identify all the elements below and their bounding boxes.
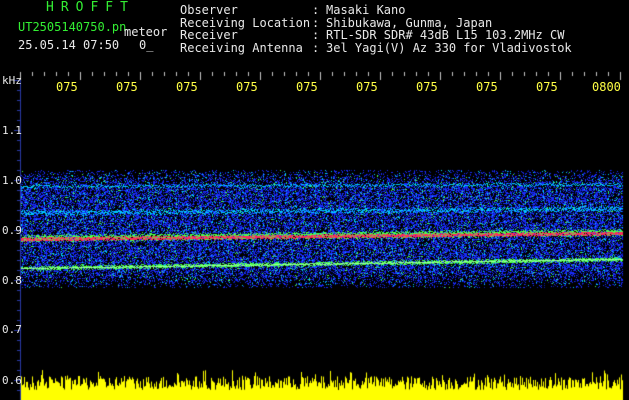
y-tick-label: 0.7: [2, 323, 22, 336]
x-tick-label: 075: [536, 80, 558, 94]
info-row-receiver: Receiver : RTL-SDR SDR# 43dB L15 103.2MH…: [180, 29, 572, 42]
info-key: Receiver: [180, 28, 238, 42]
x-tick-label: 075: [116, 80, 138, 94]
x-tick-label: 075: [416, 80, 438, 94]
y-tick-label: 0.8: [2, 274, 22, 287]
x-tick-label: 0800: [592, 80, 621, 94]
info-sep: :: [312, 3, 320, 17]
x-tick-label: 075: [236, 80, 258, 94]
y-tick-label: 0.9: [2, 224, 22, 237]
y-axis-unit: kHz: [2, 74, 22, 87]
x-tick-label: 075: [56, 80, 78, 94]
y-tick-label: 1.0: [2, 174, 22, 187]
x-tick-label: 075: [296, 80, 318, 94]
info-row-observer: Observer : Masaki Kano: [180, 4, 572, 17]
meteor-count: 0_: [139, 38, 154, 52]
info-value: RTL-SDR SDR# 43dB L15 103.2MHz CW: [326, 28, 565, 42]
info-key: Observer: [180, 3, 238, 17]
info-value: Masaki Kano: [326, 3, 406, 17]
info-sep: :: [312, 40, 320, 55]
x-tick-label: 075: [476, 80, 498, 94]
y-tick-label: 0.6: [2, 374, 22, 387]
meteor-label: meteor: [124, 25, 168, 39]
y-tick-label: 1.1: [2, 124, 22, 137]
info-value: 3el Yagi(V) Az 330 for Vladivostok: [326, 40, 572, 55]
spectrogram-canvas: [0, 0, 629, 400]
datetime-label: 25.05.14 07:50: [18, 38, 120, 52]
x-tick-label: 075: [176, 80, 198, 94]
info-sep: :: [312, 28, 320, 42]
x-tick-label: 075: [356, 80, 378, 94]
station-info: Observer : Masaki Kano Receiving Locatio…: [180, 4, 572, 54]
info-key: Receiving Antenna: [180, 40, 303, 55]
filename-label: UT2505140750.pn: [18, 20, 127, 34]
info-row-antenna: Receiving Antenna : 3el Yagi(V) Az 330 f…: [180, 40, 572, 55]
hrofft-logo: HROFFT: [46, 0, 135, 15]
